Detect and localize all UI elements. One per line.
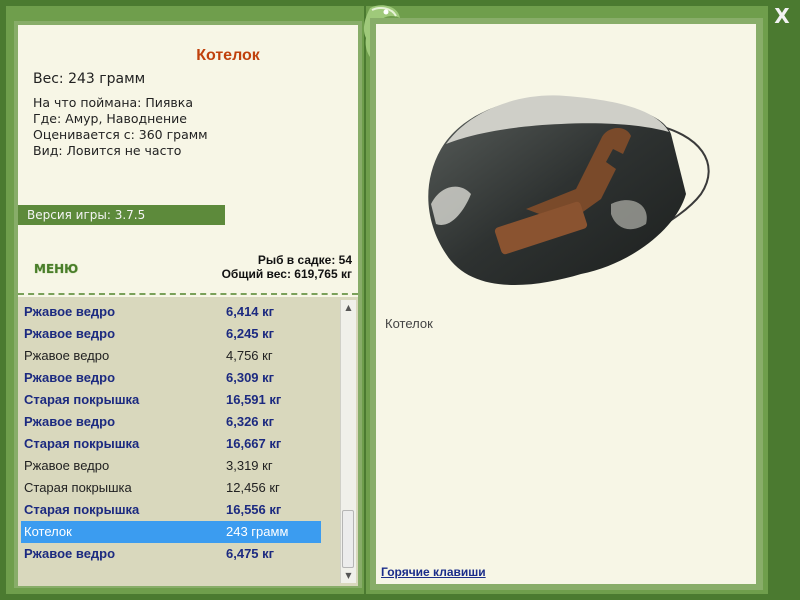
info-bait: На что поймана: Пиявка [33, 95, 193, 110]
fish-weight: Вес: 243 грамм [33, 71, 146, 87]
list-item[interactable]: Старая покрышка 12,456 кг [21, 477, 321, 499]
item-weight: 243 грамм [226, 524, 289, 539]
list-item[interactable]: Ржавое ведро 6,309 кг [21, 367, 321, 389]
item-name: Старая покрышка [24, 502, 140, 517]
item-weight: 6,475 кг [226, 546, 275, 561]
item-caption: Котелок [385, 316, 433, 331]
fish-info-panel: Котелок Вес: 243 грамм На что поймана: П… [18, 25, 358, 297]
list-item[interactable]: Старая покрышка 16,591 кг [21, 389, 321, 411]
scroll-up-icon[interactable]: ▲ [341, 300, 356, 315]
list-item-selected[interactable]: Котелок 243 грамм [21, 521, 321, 543]
item-name: Ржавое ведро [24, 458, 110, 473]
pot-image [428, 95, 710, 286]
version-bar: Версия игры: 3.7.5 [18, 205, 225, 225]
item-name: Старая покрышка [24, 480, 132, 495]
item-detail-panel: Котелок Горячие клавиши [376, 24, 756, 584]
item-name: Ржавое ведро [24, 414, 116, 429]
list-scrollbar[interactable]: ▲ ▼ [340, 300, 356, 583]
list-item[interactable]: Ржавое ведро 4,756 кг [21, 345, 321, 367]
list-item[interactable]: Старая покрышка 16,556 кг [21, 499, 321, 521]
item-weight: 6,245 кг [226, 326, 275, 341]
item-weight: 16,556 кг [226, 502, 282, 517]
item-name: Ржавое ведро [24, 304, 116, 319]
item-weight: 6,309 кг [226, 370, 275, 385]
fish-count: Рыб в садке: 54 [257, 253, 352, 267]
item-weight: 3,319 кг [226, 458, 273, 473]
scroll-thumb[interactable] [342, 510, 354, 568]
list-item[interactable]: Ржавое ведро 6,326 кг [21, 411, 321, 433]
item-name: Ржавое ведро [24, 370, 116, 385]
dashed-divider [18, 293, 358, 295]
list-item[interactable]: Ржавое ведро 3,319 кг [21, 455, 321, 477]
info-rarity: Вид: Ловится не часто [33, 143, 182, 158]
item-weight: 6,414 кг [226, 304, 275, 319]
item-name: Старая покрышка [24, 436, 140, 451]
list-item[interactable]: Ржавое ведро 6,475 кг [21, 543, 321, 565]
item-name: Ржавое ведро [24, 546, 116, 561]
close-button[interactable]: X [770, 4, 794, 28]
item-name: Старая покрышка [24, 392, 140, 407]
list-item[interactable]: Старая покрышка 16,667 кг [21, 433, 321, 455]
item-weight: 12,456 кг [226, 480, 280, 495]
info-location: Где: Амур, Наводнение [33, 111, 187, 126]
hotkeys-link[interactable]: Горячие клавиши [381, 565, 486, 579]
catch-list[interactable]: Ржавое ведро 6,414 кг Ржавое ведро 6,245 кг… [18, 297, 358, 586]
item-weight: 16,591 кг [226, 392, 282, 407]
list-item[interactable]: Ржавое ведро 6,245 кг [21, 323, 321, 345]
item-name: Котелок [24, 524, 72, 539]
scroll-down-icon[interactable]: ▼ [341, 568, 356, 583]
total-weight: Общий вес: 619,765 кг [221, 267, 352, 281]
item-weight: 4,756 кг [226, 348, 273, 363]
item-name: Ржавое ведро [24, 348, 110, 363]
catch-stats: Рыб в садке: 54 Общий вес: 619,765 кг [222, 253, 352, 281]
info-value: Оценивается с: 360 грамм [33, 127, 208, 142]
item-weight: 16,667 кг [226, 436, 282, 451]
item-weight: 6,326 кг [226, 414, 275, 429]
menu-button[interactable]: МЕНЮ [34, 262, 78, 276]
list-item[interactable]: Ржавое ведро 6,414 кг [21, 301, 321, 323]
item-name: Ржавое ведро [24, 326, 116, 341]
